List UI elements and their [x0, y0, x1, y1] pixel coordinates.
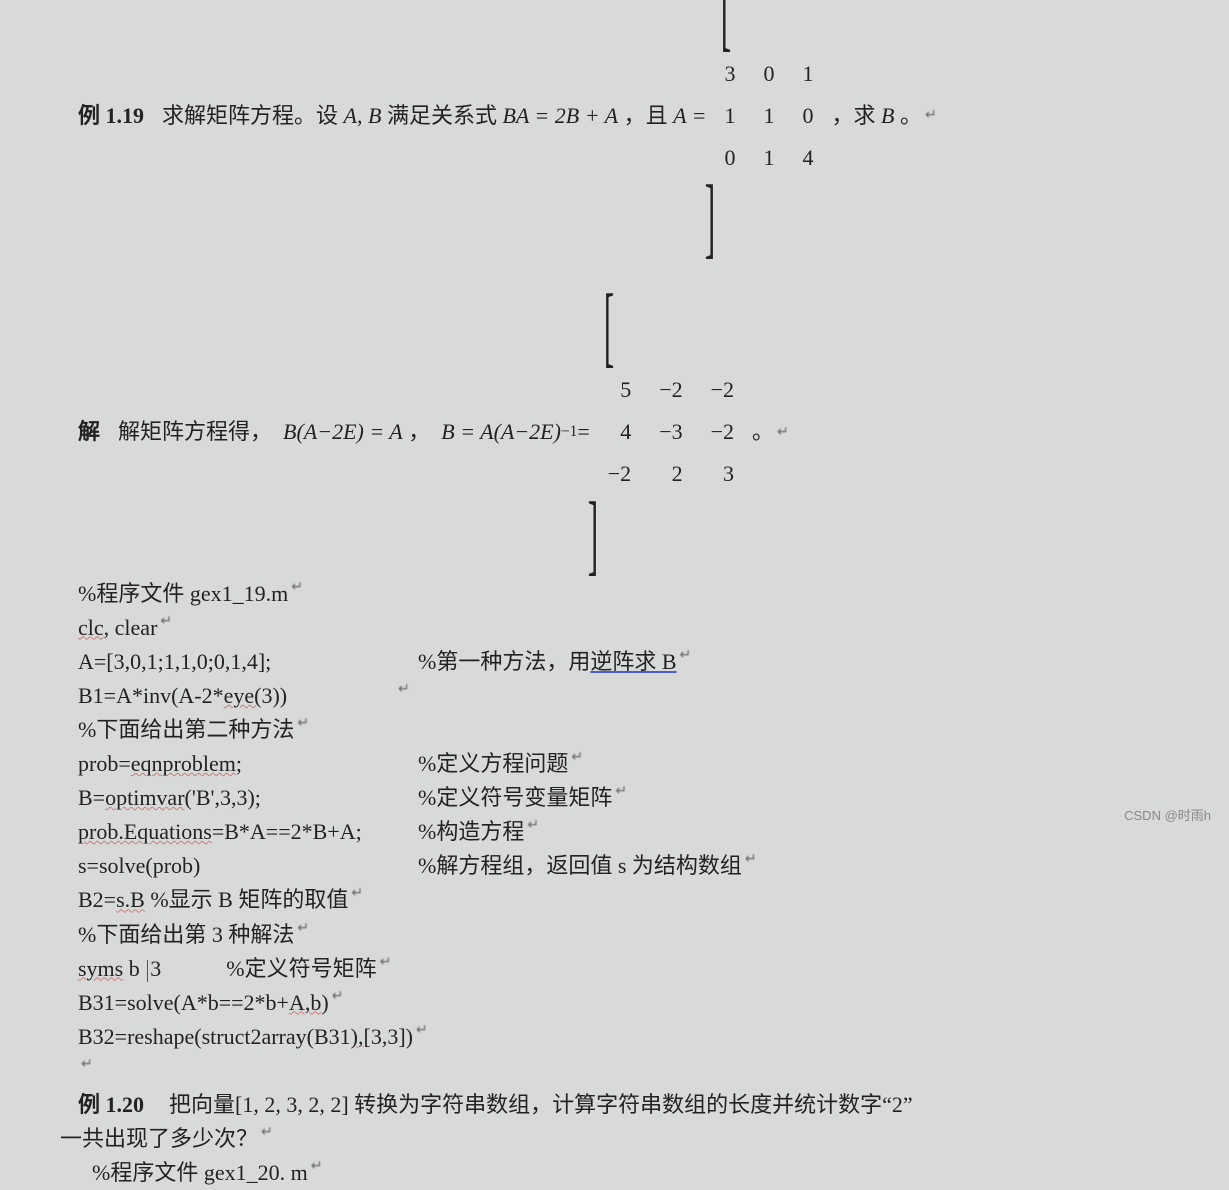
ex119-A-eq: A = [673, 99, 706, 133]
var-A: A [344, 99, 357, 133]
ex119-period: 。 [900, 99, 922, 133]
matrix-B: [ 5−2−2 4−3−2 −223 ] [594, 288, 748, 576]
example-1-20-line2: 一共出现了多少次？↵ [30, 1122, 1229, 1156]
solution-1-19: 解 解矩阵方程得， B(A−2E) = A ， B = A(A−2E)−1 = … [30, 288, 1229, 576]
code-line-9: s=solve(prob) %解方程组，返回值 s 为结构数组↵ [30, 849, 1229, 883]
matrix-A: [ 301 110 014 ] [711, 0, 828, 260]
sol-inv: −1 [561, 420, 577, 444]
sol-eqn1: B(A−2E) = A [283, 415, 403, 449]
code-line-6: prob=eqnproblem; %定义方程问题↵ [30, 747, 1229, 781]
code-line-12: syms b 3 %定义符号矩阵↵ [30, 952, 1229, 986]
code-line-14: B32=reshape(struct2array(B31),[3,3])↵ [30, 1020, 1229, 1054]
code120-line-1: %程序文件 gex1_20. m↵ [30, 1156, 1229, 1190]
ex119-prompt-2: 满足关系式 [387, 99, 497, 133]
sol-text1: 解矩阵方程得， [118, 415, 272, 449]
ex119-label: 例 1.19 [78, 99, 144, 133]
newline-icon: ↵ [925, 105, 937, 127]
ex120-text1: 把向量[1, 2, 3, 2, 2] 转换为字符串数组，计算字符串数组的长度并统… [169, 1092, 913, 1117]
code-line-8: prob.Equations=B*A==2*B+A; %构造方程↵ [30, 815, 1229, 849]
text-cursor[interactable] [147, 960, 148, 982]
ex119-find: ，求 [832, 99, 876, 133]
code-line-blank: ↵ [30, 1054, 1229, 1088]
ex120-label: 例 1.20 [78, 1092, 144, 1117]
code-line-2: clc, clear↵ [30, 611, 1229, 645]
sol-label: 解 [78, 415, 100, 449]
newline-icon: ↵ [777, 422, 789, 444]
ex119-eqn: BA = 2B + A [502, 99, 618, 133]
code-line-10: B2=s.B %显示 B 矩阵的取值↵ [30, 883, 1229, 917]
var-B2: B [881, 99, 894, 133]
code-line-7: B=optimvar('B',3,3); %定义符号变量矩阵↵ [30, 781, 1229, 815]
ex119-and: ，且 [624, 99, 668, 133]
sol-eq: = [577, 415, 589, 449]
var-B: B [368, 99, 381, 133]
code-line-4: B1=A*inv(A-2*eye(3)) ↵ [30, 679, 1229, 713]
code-line-5: %下面给出第二种方法↵ [30, 713, 1229, 747]
code-line-1: %程序文件 gex1_19.m↵ [30, 577, 1229, 611]
watermark: CSDN @时雨h [1124, 805, 1211, 824]
sol-comma: ， [408, 415, 430, 449]
sol-period: 。 [752, 415, 774, 449]
ex120-text2: 一共出现了多少次？ [60, 1126, 258, 1151]
ex119-prompt-1: 求解矩阵方程。设 [162, 99, 338, 133]
example-1-19-problem: 例 1.19 求解矩阵方程。设 A, B 满足关系式 BA = 2B + A ，… [30, 0, 1229, 260]
code-line-13: B31=solve(A*b==2*b+A,b)↵ [30, 986, 1229, 1020]
sol-eqn2: B = A(A−2E) [441, 415, 561, 449]
example-1-20-line1: 例 1.20 把向量[1, 2, 3, 2, 2] 转换为字符串数组，计算字符串… [30, 1088, 1229, 1122]
code-line-3: A=[3,0,1;1,1,0;0,1,4]; %第一种方法，用逆阵求 B↵ [30, 645, 1229, 679]
code-line-11: %下面给出第 3 种解法↵ [30, 918, 1229, 952]
